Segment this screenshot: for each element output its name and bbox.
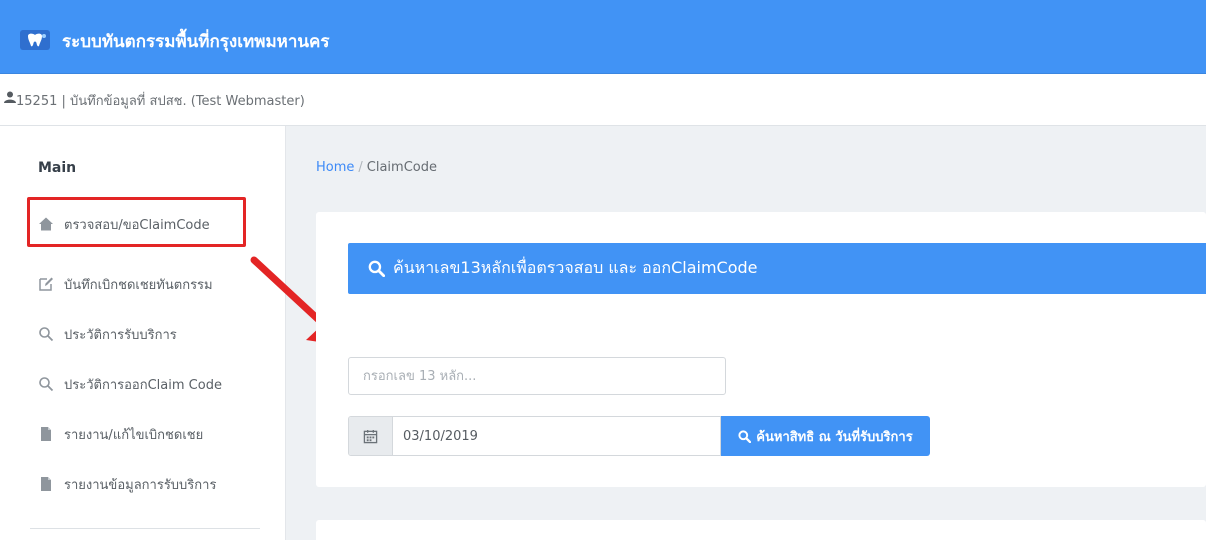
- sidebar-item-service-report[interactable]: รายงานข้อมูลการรับบริการ: [38, 469, 216, 499]
- tooth-logo-icon: [20, 30, 50, 50]
- user-bar: 15251 | บันทึกข้อมูลที่ สปสช. (Test Webm…: [0, 74, 1206, 126]
- page: ระบบทันตกรรมพื้นที่กรุงเทพมหานคร 15251 |…: [0, 0, 1206, 540]
- breadcrumb-current: ClaimCode: [366, 160, 437, 175]
- citizen-id-input[interactable]: [348, 357, 726, 395]
- app-title: ระบบทันตกรรมพื้นที่กรุงเทพมหานคร: [62, 32, 330, 52]
- breadcrumb: Home / ClaimCode: [316, 160, 437, 175]
- sidebar: Main ตรวจสอบ/ขอClaimCode บันทึกเบิกชดเชย…: [0, 126, 286, 540]
- service-date-picker[interactable]: 03/10/2019: [348, 416, 721, 456]
- sidebar-item-label: ประวัติการรับบริการ: [64, 327, 177, 343]
- search-eligibility-button[interactable]: ค้นหาสิทธิ ณ วันที่รับบริการ: [721, 416, 930, 456]
- service-date-value[interactable]: 03/10/2019: [393, 417, 720, 455]
- search-eligibility-button-label: ค้นหาสิทธิ ณ วันที่รับบริการ: [756, 429, 913, 445]
- calendar-icon[interactable]: [349, 417, 393, 455]
- sidebar-item-label: บันทึกเบิกชดเชยทันตกรรม: [64, 277, 213, 293]
- search-card: ค้นหาเลข13หลักเพื่อตรวจสอบ และ ออกClaimC…: [316, 212, 1206, 487]
- breadcrumb-separator: /: [358, 160, 363, 175]
- sidebar-item-label: ตรวจสอบ/ขอClaimCode: [64, 217, 210, 233]
- home-icon: [38, 216, 54, 232]
- user-icon: [4, 91, 16, 103]
- sidebar-item-check-claimcode[interactable]: ตรวจสอบ/ขอClaimCode: [38, 209, 210, 239]
- search-icon: [38, 376, 54, 392]
- sidebar-item-service-history[interactable]: ประวัติการรับบริการ: [38, 319, 177, 349]
- sidebar-item-claimcode-history[interactable]: ประวัติการออกClaim Code: [38, 369, 222, 399]
- file-icon: [38, 476, 54, 492]
- sidebar-item-label: รายงานข้อมูลการรับบริการ: [64, 477, 217, 493]
- breadcrumb-home-link[interactable]: Home: [316, 160, 354, 175]
- sidebar-item-label: รายงาน/แก้ไขเบิกชดเชย: [64, 427, 204, 443]
- search-icon: [738, 429, 752, 443]
- edit-icon: [38, 276, 54, 292]
- results-card: [316, 520, 1206, 540]
- search-icon: [368, 260, 385, 277]
- top-navbar: ระบบทันตกรรมพื้นที่กรุงเทพมหานคร: [0, 0, 1206, 74]
- sidebar-section-title: Main: [38, 160, 77, 176]
- sidebar-item-label: ประวัติการออกClaim Code: [64, 377, 222, 393]
- user-info: 15251 | บันทึกข้อมูลที่ สปสช. (Test Webm…: [16, 94, 305, 109]
- sidebar-item-claim-report[interactable]: รายงาน/แก้ไขเบิกชดเชย: [38, 419, 203, 449]
- sidebar-divider: [30, 528, 260, 529]
- search-card-header: ค้นหาเลข13หลักเพื่อตรวจสอบ และ ออกClaimC…: [348, 243, 1206, 294]
- sidebar-item-dental-claim[interactable]: บันทึกเบิกชดเชยทันตกรรม: [38, 269, 213, 299]
- search-card-title: ค้นหาเลข13หลักเพื่อตรวจสอบ และ ออกClaimC…: [393, 258, 758, 277]
- file-icon: [38, 426, 54, 442]
- search-icon: [38, 326, 54, 342]
